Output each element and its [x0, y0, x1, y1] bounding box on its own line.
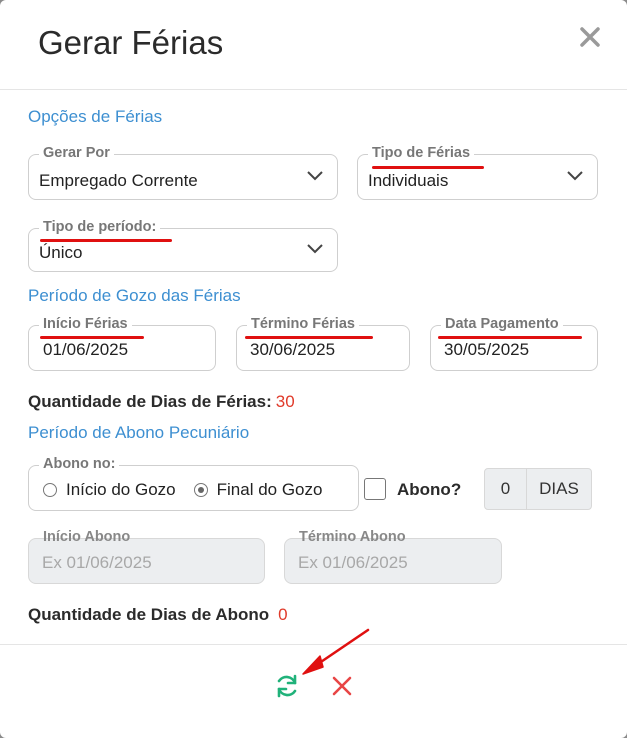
- modal-footer: [0, 644, 627, 738]
- chevron-down-icon: [307, 244, 323, 254]
- qtd-dias-abono: Quantidade de Dias de Abono 0: [28, 605, 288, 625]
- section-opcoes-ferias: Opções de Férias: [28, 107, 163, 126]
- tipo-periodo-value: Único: [39, 243, 83, 262]
- qtd-dias-abono-label: Quantidade de Dias de Abono: [28, 605, 270, 624]
- dias-value[interactable]: 0: [485, 469, 527, 509]
- highlight-underline: [438, 336, 582, 339]
- tipo-ferias-select[interactable]: Tipo de Férias Individuais: [357, 145, 598, 200]
- abono-radio-options: Início do Gozo Final do Gozo: [43, 480, 322, 500]
- inicio-abono-placeholder: Ex 01/06/2025: [42, 553, 152, 572]
- tipo-ferias-value: Individuais: [368, 171, 449, 190]
- inicio-ferias-input[interactable]: Início Férias 01/06/2025: [28, 316, 216, 371]
- abono-no-label: Abono no:: [39, 456, 120, 472]
- termino-abono-input[interactable]: Término Abono Ex 01/06/2025: [284, 529, 502, 584]
- abono-checkbox-label[interactable]: Abono?: [397, 480, 461, 500]
- qtd-dias-ferias-value: 30: [275, 392, 295, 411]
- inicio-ferias-label: Início Férias: [39, 316, 132, 332]
- gerar-por-select[interactable]: Gerar Por Empregado Corrente: [28, 145, 338, 200]
- tipo-periodo-select[interactable]: Tipo de período: Único: [28, 219, 338, 272]
- termino-ferias-input[interactable]: Término Férias 30/06/2025: [236, 316, 410, 371]
- highlight-underline: [40, 336, 144, 339]
- close-modal-icon[interactable]: [579, 26, 601, 48]
- highlight-underline: [372, 166, 484, 169]
- qtd-dias-ferias-label: Quantidade de Dias de Férias:: [28, 392, 272, 411]
- inicio-abono-label: Início Abono: [43, 529, 131, 545]
- inicio-ferias-value: 01/06/2025: [43, 340, 129, 359]
- termino-ferias-label: Término Férias: [247, 316, 359, 332]
- modal-title: Gerar Férias: [38, 24, 224, 61]
- dias-input-group: 0 DIAS: [484, 468, 592, 510]
- radio-inicio-gozo-label[interactable]: Início do Gozo: [66, 480, 176, 500]
- termino-abono-label: Término Abono: [299, 529, 406, 545]
- highlight-underline: [245, 336, 373, 339]
- chevron-down-icon: [307, 171, 323, 181]
- highlight-underline: [40, 239, 172, 242]
- section-periodo-gozo: Período de Gozo das Férias: [28, 286, 241, 305]
- data-pagamento-label: Data Pagamento: [441, 316, 563, 332]
- data-pagamento-value: 30/05/2025: [444, 340, 530, 359]
- radio-final-gozo[interactable]: [193, 483, 208, 497]
- abono-no-radio-group: Abono no: Início do Gozo Final do Gozo: [28, 456, 359, 511]
- dias-unit-label: DIAS: [539, 479, 579, 498]
- qtd-dias-abono-value: 0: [278, 605, 288, 624]
- tipo-periodo-label: Tipo de período:: [39, 219, 161, 235]
- gerar-por-value: Empregado Corrente: [39, 171, 198, 190]
- gerar-ferias-modal: Gerar Férias Opções de Férias Gerar Por …: [0, 0, 627, 738]
- radio-final-gozo-label[interactable]: Final do Gozo: [217, 480, 323, 500]
- inicio-abono-input[interactable]: Início Abono Ex 01/06/2025: [28, 529, 265, 584]
- termino-ferias-value: 30/06/2025: [250, 340, 336, 359]
- refresh-icon[interactable]: [274, 673, 300, 699]
- gerar-por-label: Gerar Por: [39, 145, 114, 161]
- section-periodo-abono: Período de Abono Pecuniário: [28, 423, 250, 442]
- qtd-dias-ferias: Quantidade de Dias de Férias: 30: [28, 392, 295, 412]
- close-icon[interactable]: [329, 673, 355, 699]
- abono-checkbox[interactable]: [364, 478, 386, 500]
- termino-abono-placeholder: Ex 01/06/2025: [298, 553, 408, 572]
- chevron-down-icon: [567, 171, 583, 181]
- data-pagamento-input[interactable]: Data Pagamento 30/05/2025: [430, 316, 598, 371]
- modal-header: Gerar Férias: [0, 0, 627, 90]
- radio-inicio-gozo[interactable]: [43, 483, 57, 497]
- tipo-ferias-label: Tipo de Férias: [368, 145, 475, 161]
